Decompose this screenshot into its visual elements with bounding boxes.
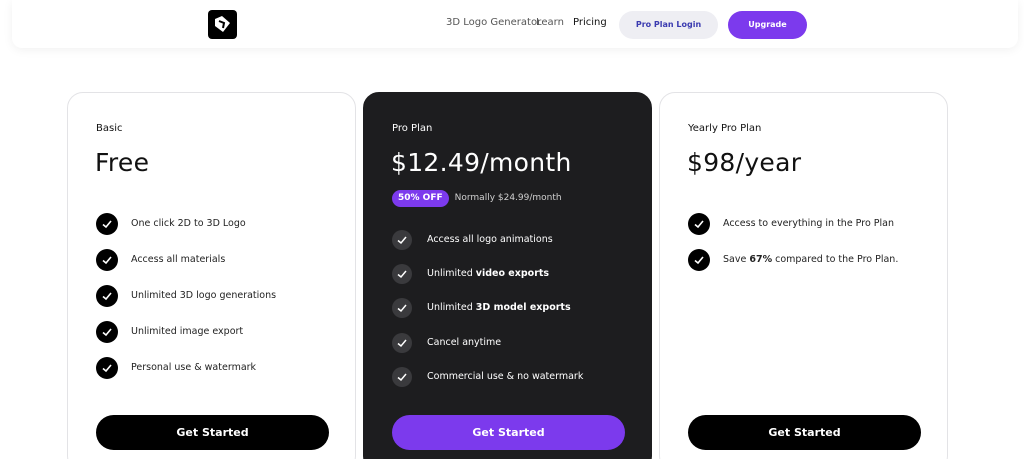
feature-text: Cancel anytime: [427, 337, 502, 348]
discount-badge: 50% OFF: [392, 190, 449, 207]
get-started-button-yearly[interactable]: Get Started: [688, 415, 921, 450]
check-icon: [392, 298, 412, 318]
get-started-button-basic[interactable]: Get Started: [96, 415, 329, 450]
feature-text: Save 67% compared to the Pro Plan.: [723, 254, 899, 265]
plan-price: $98/year: [687, 148, 802, 177]
feature-text: Access all materials: [131, 254, 226, 265]
check-icon: [96, 249, 118, 271]
feature-text: One click 2D to 3D Logo: [131, 218, 246, 229]
plan-name: Pro Plan: [392, 123, 433, 134]
feature-text: Access all logo animations: [427, 234, 553, 245]
plan-name: Basic: [96, 123, 123, 134]
nav-3d-logo-generator[interactable]: 3D Logo Generator: [446, 17, 541, 28]
pro-plan-login-button[interactable]: Pro Plan Login: [619, 11, 718, 39]
feature-text: Unlimited 3D logo generations: [131, 290, 277, 301]
plan-price: Free: [95, 148, 150, 177]
feature-text: Unlimited image export: [131, 326, 244, 337]
check-icon: [96, 285, 118, 307]
check-icon: [96, 357, 118, 379]
plan-price: $12.49/month: [391, 148, 572, 177]
check-icon: [392, 333, 412, 353]
plan-name: Yearly Pro Plan: [688, 123, 762, 134]
check-icon: [392, 367, 412, 387]
plan-card-basic: Basic Free One click 2D to 3D Logo Acces…: [67, 92, 356, 459]
check-icon: [96, 321, 118, 343]
nav-pricing[interactable]: Pricing: [573, 17, 607, 28]
check-icon: [392, 230, 412, 250]
check-icon: [688, 213, 710, 235]
discount-row: 50% OFF Normally $24.99/month: [392, 185, 562, 207]
feature-text: Personal use & watermark: [131, 362, 257, 373]
check-icon: [688, 249, 710, 271]
feature-text: Commercial use & no watermark: [427, 371, 584, 382]
brand-logo-icon[interactable]: [208, 10, 237, 39]
upgrade-button[interactable]: Upgrade: [728, 11, 807, 39]
plan-card-yearly: Yearly Pro Plan $98/year Access to every…: [659, 92, 948, 459]
check-icon: [96, 213, 118, 235]
feature-text: Unlimited 3D model exports: [427, 302, 571, 313]
get-started-button-pro[interactable]: Get Started: [392, 415, 625, 450]
feature-text: Unlimited video exports: [427, 268, 550, 279]
plan-card-pro: Pro Plan $12.49/month 50% OFF Normally $2…: [363, 92, 652, 459]
nav-learn[interactable]: Learn: [536, 17, 564, 28]
check-icon: [392, 264, 412, 284]
normal-price: Normally $24.99/month: [454, 193, 562, 203]
top-navbar: 3D Logo Generator Learn Pricing Pro Plan…: [12, 0, 1018, 48]
feature-text: Access to everything in the Pro Plan: [723, 218, 894, 229]
